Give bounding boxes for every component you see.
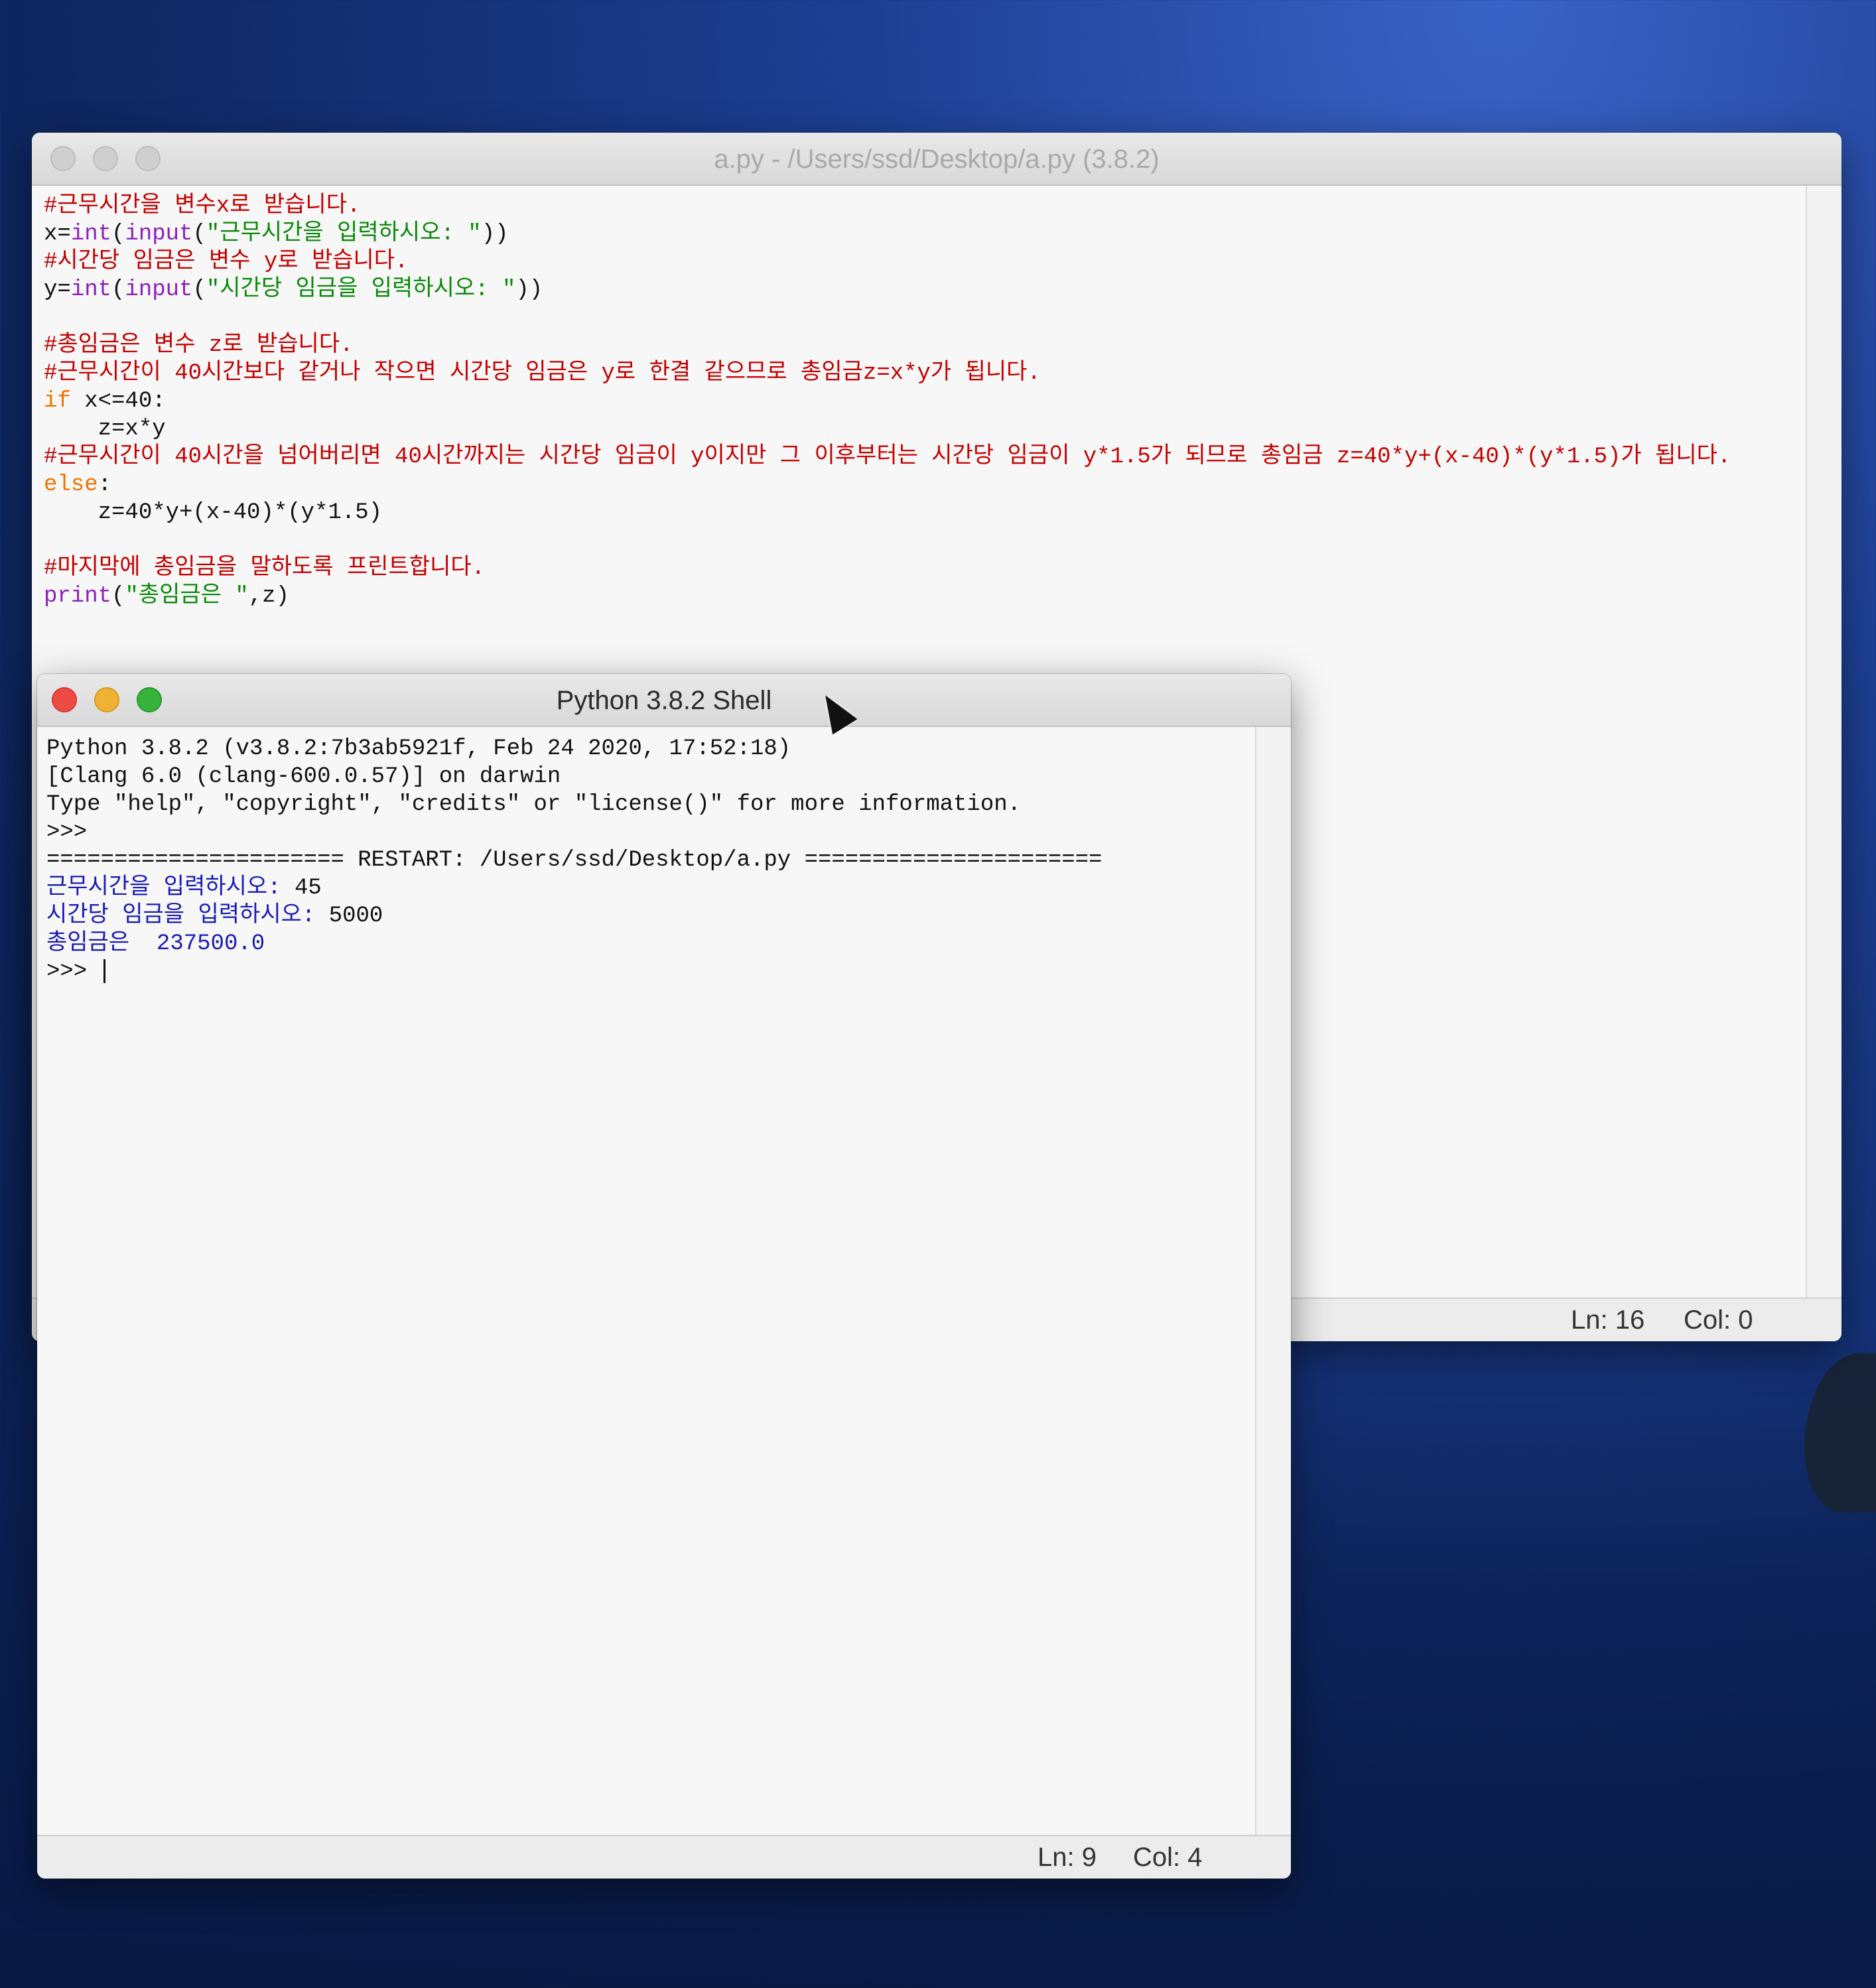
text-cursor: [103, 959, 105, 984]
shell-line-token: >>>: [46, 959, 101, 984]
code-line-token: x<=40:: [70, 389, 166, 414]
code-line: z=x*y: [44, 415, 1807, 443]
shell-line-token: [Clang 6.0 (clang-600.0.57)] on darwin: [46, 764, 561, 789]
shell-scrollbar[interactable]: [1255, 727, 1291, 1835]
code-line-token: )): [515, 277, 543, 302]
code-line: if x<=40:: [44, 387, 1807, 415]
code-line-token: #시간당 임금은 변수 y로 받습니다.: [44, 249, 409, 275]
code-line-token: x=: [44, 222, 71, 247]
code-line-token: (: [111, 222, 125, 247]
code-line: x=int(input("근무시간을 입력하시오: ")): [44, 220, 1807, 248]
code-line-token: else: [44, 472, 98, 497]
editor-column-number: Col: 0: [1684, 1305, 1753, 1335]
shell-window[interactable]: Python 3.8.2 Shell Python 3.8.2 (v3.8.2:…: [37, 674, 1291, 1879]
code-line-token: int: [70, 277, 112, 302]
code-line-token: #근무시간이 40시간보다 같거나 작으면 시간당 임금은 y로 한결 같으므로…: [44, 361, 1041, 386]
shell-output-area[interactable]: Python 3.8.2 (v3.8.2:7b3ab5921f, Feb 24 …: [37, 727, 1256, 1835]
code-line-token: #총임금은 변수 z로 받습니다.: [44, 333, 354, 358]
shell-titlebar[interactable]: Python 3.8.2 Shell: [37, 674, 1291, 727]
code-line: z=40*y+(x-40)*(y*1.5): [44, 499, 1807, 527]
code-line: #근무시간을 변수x로 받습니다.: [44, 192, 1807, 220]
code-line-token: ,z): [248, 584, 289, 609]
shell-line-token: Python 3.8.2 (v3.8.2:7b3ab5921f, Feb 24 …: [46, 736, 791, 762]
code-line-token: :: [98, 472, 112, 497]
code-line: #시간당 임금은 변수 y로 받습니다.: [44, 248, 1807, 276]
shell-line: 총임금은 237500.0: [46, 930, 1256, 958]
shell-line-token: 5000: [328, 903, 383, 929]
shell-statusbar: Ln: 9 Col: 4: [37, 1835, 1291, 1879]
shell-line: Type "help", "copyright", "credits" or "…: [46, 791, 1256, 819]
shell-title: Python 3.8.2 Shell: [556, 686, 772, 715]
editor-line-number: Ln: 16: [1571, 1305, 1645, 1335]
code-line: #마지막에 총임금을 말하도록 프린트합니다.: [44, 555, 1807, 582]
code-line-token: input: [125, 277, 193, 302]
shell-line-number: Ln: 9: [1038, 1843, 1097, 1872]
code-line-token: z=x*y: [44, 417, 166, 442]
shell-line: ====================== RESTART: /Users/s…: [46, 846, 1256, 874]
shell-line: 시간당 임금을 입력하시오: 5000: [46, 902, 1256, 930]
shell-line-token: 근무시간을 입력하시오:: [46, 876, 295, 901]
code-line-token: )): [481, 222, 509, 247]
code-line: y=int(input("시간당 임금을 입력하시오: ")): [44, 276, 1807, 304]
code-line-token: "시간당 임금을 입력하시오: ": [206, 277, 516, 302]
code-line: print("총임금은 ",z): [44, 582, 1807, 610]
code-line: else:: [44, 471, 1807, 499]
shell-line: >>>: [46, 819, 1256, 846]
code-line-token: #근무시간이 40시간을 넘어버리면 40시간까지는 시간당 임금이 y이지만 …: [44, 444, 1731, 470]
shell-line: Python 3.8.2 (v3.8.2:7b3ab5921f, Feb 24 …: [46, 735, 1256, 763]
code-line-token: #마지막에 총임금을 말하도록 프린트합니다.: [44, 556, 486, 581]
code-line-token: (: [192, 277, 206, 302]
code-line-token: int: [70, 222, 112, 247]
code-line-token: (: [111, 277, 125, 302]
shell-line-token: 시간당 임금을 입력하시오:: [46, 903, 329, 929]
shell-line-token: ====================== RESTART: /Users/s…: [46, 848, 1103, 873]
code-line-token: if: [44, 389, 71, 414]
shell-line-token: Type "help", "copyright", "credits" or "…: [46, 792, 1022, 817]
code-line-token: z=40*y+(x-40)*(y*1.5): [44, 500, 383, 525]
editor-scrollbar[interactable]: [1806, 186, 1842, 1297]
code-line-token: "총임금은 ": [125, 584, 249, 609]
shell-line-token: 45: [295, 876, 322, 901]
code-line-token: y=: [44, 277, 71, 302]
code-line: #근무시간이 40시간을 넘어버리면 40시간까지는 시간당 임금이 y이지만 …: [44, 443, 1807, 471]
shell-line-token: 총임금은 237500.0: [46, 931, 265, 957]
shell-column-number: Col: 4: [1133, 1843, 1203, 1872]
code-line: #총임금은 변수 z로 받습니다.: [44, 332, 1807, 360]
editor-titlebar[interactable]: a.py - /Users/ssd/Desktop/a.py (3.8.2): [32, 133, 1842, 186]
shell-line-token: >>>: [46, 820, 101, 845]
code-line-token: (: [192, 222, 206, 247]
shell-line: [Clang 6.0 (clang-600.0.57)] on darwin: [46, 763, 1256, 791]
code-line-token: #근무시간을 변수x로 받습니다.: [44, 194, 361, 219]
code-line-token: input: [125, 222, 193, 247]
shell-line: 근무시간을 입력하시오: 45: [46, 874, 1256, 902]
code-line: #근무시간이 40시간보다 같거나 작으면 시간당 임금은 y로 한결 같으므로…: [44, 360, 1807, 387]
shell-line: >>>: [46, 958, 1256, 986]
code-line-token: (: [111, 584, 125, 609]
code-line-token: "근무시간을 입력하시오: ": [206, 222, 482, 247]
code-line-token: print: [44, 584, 112, 609]
editor-title: a.py - /Users/ssd/Desktop/a.py (3.8.2): [714, 145, 1160, 174]
